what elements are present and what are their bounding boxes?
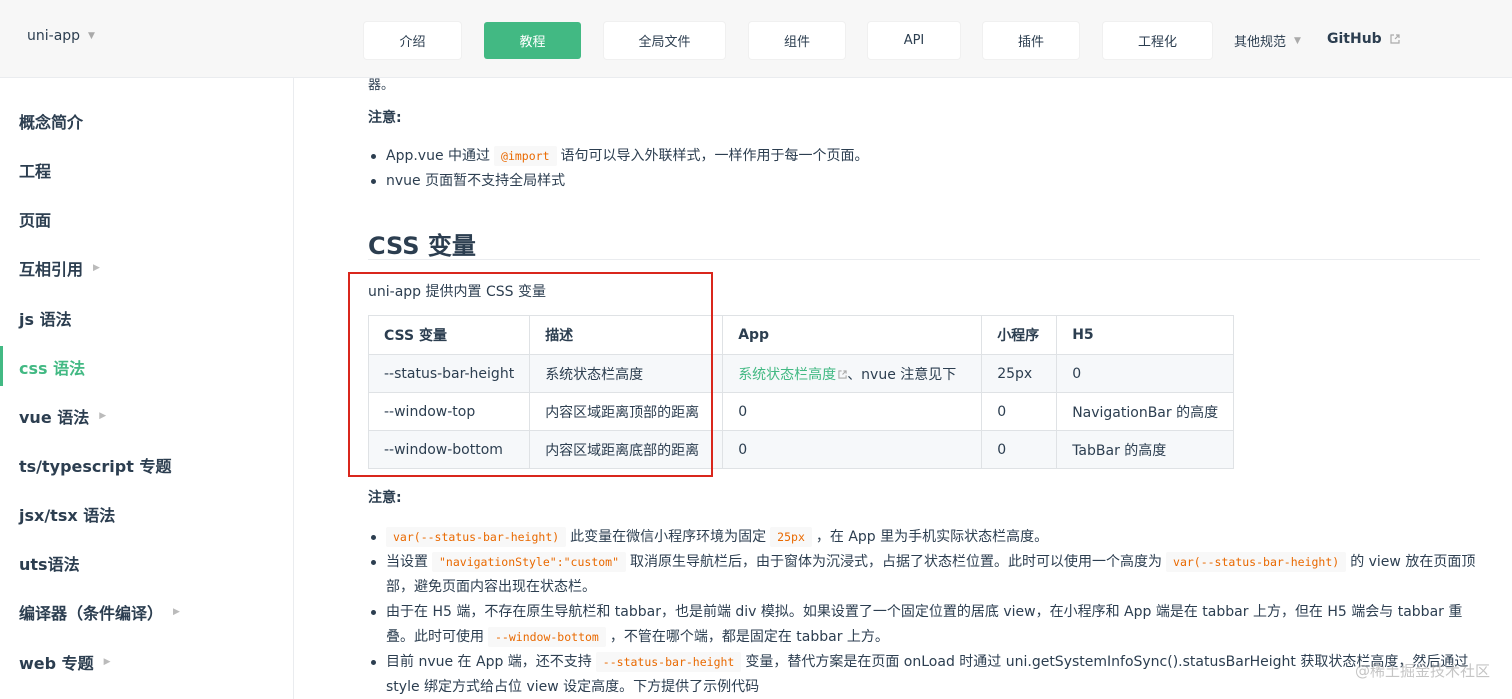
chevron-down-icon: ▼ <box>88 31 95 41</box>
sidebar-item-js[interactable]: js 语法 <box>19 306 72 330</box>
sidebar-item-label: 互相引用 <box>19 260 84 279</box>
chevron-right-icon: ▶ <box>103 657 111 667</box>
sidebar-item-pages[interactable]: 页面 <box>19 207 51 231</box>
note-list: var(--status-bar-height) 此变量在微信小程序环境为固定 25… <box>368 525 1488 699</box>
sidebar-item-uts[interactable]: uts语法 <box>19 551 80 575</box>
sidebar-item-vue[interactable]: vue 语法 ▶ <box>19 404 106 428</box>
section-title: CSS 变量 <box>368 232 476 260</box>
inline-code: --status-bar-height <box>595 652 742 672</box>
table-cell: TabBar 的高度 <box>1056 430 1235 469</box>
column-header: 小程序 <box>981 315 1058 355</box>
nav-more-label: 其他规范 <box>1234 35 1287 50</box>
main-content: 器。 注意: App.vue 中通过 @import 语句可以导入外联样式，一样作用… <box>294 78 1512 699</box>
table-cell: NavigationBar 的高度 <box>1056 392 1235 431</box>
note-heading: 注意: <box>368 490 402 506</box>
sidebar-item-project[interactable]: 工程 <box>19 158 51 182</box>
table-cell: 25px <box>981 354 1058 393</box>
text: ，不管在哪个端，都是固定在 tabbar 上方。 <box>609 629 889 645</box>
sidebar-item-label: 编译器（条件编译） <box>19 604 164 623</box>
inline-code: --window-bottom <box>488 627 606 647</box>
table-cell: 系统状态栏高度 、nvue 注意见下 <box>722 354 983 393</box>
table-cell: 0 <box>722 392 983 431</box>
nav-button-global-files[interactable]: 全局文件 <box>604 22 725 59</box>
top-navbar: uni-app ▼ 介绍 教程 全局文件 组件 API 插件 工程化 其他规范 … <box>0 0 1512 78</box>
sidebar-item-compiler[interactable]: 编译器（条件编译） ▶ <box>19 600 180 624</box>
sidebar-item-web[interactable]: web 专题 ▶ <box>19 650 111 674</box>
sidebar-item-label: uts语法 <box>19 555 80 574</box>
list-item: 当设置 "navigationStyle":"custom" 取消原生导航栏后，由于… <box>368 550 1488 600</box>
table-cell: 0 <box>722 430 983 469</box>
nav-button-components[interactable]: 组件 <box>749 22 845 59</box>
sidebar-item-references[interactable]: 互相引用 ▶ <box>19 256 100 280</box>
text: 此变量在微信小程序环境为固定 <box>570 529 767 545</box>
github-label: GitHub <box>1327 31 1382 47</box>
sidebar-item-label: web 专题 <box>19 654 94 673</box>
table-cell: 0 <box>981 392 1058 431</box>
sidebar-item-label: 页面 <box>19 211 52 230</box>
cut-off-text: 器。 <box>368 78 395 93</box>
text: ，在 App 里为手机实际状态栏高度。 <box>815 529 1049 545</box>
inline-code: var(--status-bar-height) <box>386 527 567 547</box>
text: 目前 nvue 在 App 端，还不支持 <box>386 654 592 670</box>
status-bar-height-link[interactable]: 系统状态栏高度 <box>738 367 836 383</box>
external-link-icon <box>838 369 847 379</box>
note-list: App.vue 中通过 @import 语句可以导入外联样式，一样作用于每一个页面。… <box>368 144 1488 194</box>
sidebar-item-label: css 语法 <box>19 359 86 378</box>
nav-button-tutorial[interactable]: 教程 <box>484 22 581 59</box>
nav-more-dropdown[interactable]: 其他规范 ▼ <box>1234 31 1301 50</box>
sidebar-item-typescript[interactable]: ts/typescript 专题 <box>19 453 171 477</box>
nav-button-engineering[interactable]: 工程化 <box>1103 22 1212 59</box>
table-cell-text: 、nvue 注意见下 <box>847 366 957 383</box>
inline-code: 25px <box>770 527 812 547</box>
sidebar-item-label: ts/typescript 专题 <box>19 457 172 476</box>
section-divider <box>368 259 1480 260</box>
sidebar-item-concepts[interactable]: 概念简介 <box>19 109 83 133</box>
chevron-right-icon: ▶ <box>99 411 107 421</box>
list-item: var(--status-bar-height) 此变量在微信小程序环境为固定 25… <box>368 525 1488 550</box>
column-header: H5 <box>1056 315 1235 355</box>
highlight-annotation-box <box>348 272 713 477</box>
sidebar-item-jsx[interactable]: jsx/tsx 语法 <box>19 502 115 526</box>
text: nvue 页面暂不支持全局样式 <box>386 173 566 189</box>
inline-code: "navigationStyle":"custom" <box>432 552 627 572</box>
text: 语句可以导入外联样式，一样作用于每一个页面。 <box>560 148 869 164</box>
note-heading: 注意: <box>368 110 402 126</box>
sidebar-item-label: js 语法 <box>19 310 72 329</box>
sidebar-item-label: jsx/tsx 语法 <box>19 506 116 525</box>
nav-button-plugins[interactable]: 插件 <box>983 22 1079 59</box>
nav-button-api[interactable]: API <box>868 22 960 59</box>
table-cell: 0 <box>1056 354 1235 393</box>
inline-code: var(--status-bar-height) <box>1166 552 1347 572</box>
text: 取消原生导航栏后，由于窗体为沉浸式，占据了状态栏位置。此时可以使用一个高度为 <box>630 554 1163 570</box>
sidebar-item-label: vue 语法 <box>19 408 90 427</box>
sidebar-item-label: 工程 <box>19 162 52 181</box>
watermark: @稀土掘金技术社区 <box>1354 662 1490 680</box>
chevron-right-icon: ▶ <box>173 607 180 617</box>
sidebar: 概念简介 工程 页面 互相引用 ▶ js 语法 css 语法 vue 语法 ▶ ts… <box>0 78 294 699</box>
table-cell: 0 <box>981 430 1058 469</box>
brand-label: uni-app <box>27 28 81 44</box>
chevron-right-icon: ▶ <box>93 263 100 273</box>
list-item: nvue 页面暂不支持全局样式 <box>368 169 1488 194</box>
list-item: 由于在 H5 端，不存在原生导航栏和 tabbar，也是前端 div 模拟。如果… <box>368 600 1488 650</box>
text: 当设置 <box>386 554 428 570</box>
text: App.vue 中通过 <box>386 148 491 164</box>
list-item: 目前 nvue 在 App 端，还不支持 --status-bar-height 变… <box>368 650 1488 699</box>
code-import: @import <box>494 146 557 166</box>
github-link[interactable]: GitHub <box>1327 31 1400 47</box>
list-item: App.vue 中通过 @import 语句可以导入外联样式，一样作用于每一个页面。 <box>368 144 1488 169</box>
sidebar-item-label: 概念简介 <box>19 113 84 132</box>
active-indicator <box>0 346 3 386</box>
nav-button-intro[interactable]: 介绍 <box>364 22 461 59</box>
brand-dropdown[interactable]: uni-app ▼ <box>27 28 95 44</box>
sidebar-item-css[interactable]: css 语法 <box>19 355 85 379</box>
chevron-down-icon: ▼ <box>1294 35 1301 46</box>
column-header: App <box>722 315 983 355</box>
external-link-icon <box>1390 34 1400 44</box>
